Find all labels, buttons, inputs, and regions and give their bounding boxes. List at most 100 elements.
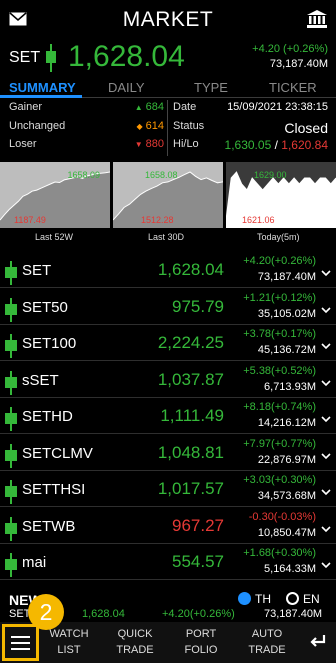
menu-button[interactable] xyxy=(2,624,39,661)
status-label: Status xyxy=(173,120,205,132)
gainer-count: 684 xyxy=(145,101,164,113)
index-row[interactable]: SET50 975.79 +1.21(+0.12%) 35,105.02M xyxy=(0,289,336,325)
index-row-volume: 22,876.97M xyxy=(257,453,316,466)
nav-list-label: LIST xyxy=(57,644,81,656)
checked-radio-icon xyxy=(238,592,251,605)
chevron-down-icon[interactable] xyxy=(321,447,331,465)
chevron-down-icon[interactable] xyxy=(321,483,331,501)
date-label: Date xyxy=(173,101,197,113)
chart-30d[interactable]: 1658.08 1512.28 xyxy=(113,162,223,228)
index-row-volume: 34,573.68M xyxy=(257,490,316,502)
nav-auto-trade[interactable]: AUTO TRADE xyxy=(242,626,292,658)
hilo-value: 1,630.05 / 1,620.84 xyxy=(225,138,328,152)
chart-today-high: 1629.00 xyxy=(254,170,287,180)
nav-trade-label: TRADE xyxy=(116,644,154,656)
index-row[interactable]: sSET 1,037.87 +5.38(+0.52%) 6,713.93M xyxy=(0,362,336,398)
chart-52w[interactable]: 1658.09 1187.49 xyxy=(0,162,110,228)
menu-icon-bar xyxy=(11,648,30,650)
candlestick-icon xyxy=(4,407,18,436)
gainer-label: Gainer xyxy=(9,101,43,113)
tab-daily[interactable]: DAILY xyxy=(108,80,145,95)
chart-30d-low: 1512.28 xyxy=(141,215,174,225)
candlestick-icon xyxy=(4,297,18,327)
menu-icon-bar xyxy=(11,642,30,644)
index-row-price: 1,628.04 xyxy=(157,260,224,279)
back-icon[interactable] xyxy=(309,633,327,654)
chart-52w-high: 1658.09 xyxy=(67,170,100,180)
index-row-change: +3.78(+0.17%) xyxy=(243,328,316,340)
chart-today-low: 1621.06 xyxy=(242,215,275,225)
index-price: 1,628.04 xyxy=(68,40,185,73)
nav-folio-label: FOLIO xyxy=(184,644,218,656)
ticker-volume: 73,187.40M xyxy=(264,608,323,620)
arrow-up-icon: ▲ xyxy=(134,103,143,112)
tab-type[interactable]: TYPE xyxy=(194,80,228,95)
tab-ticker[interactable]: TICKER xyxy=(269,80,317,95)
chart-30d-high: 1658.08 xyxy=(145,170,178,180)
loser-label: Loser xyxy=(9,138,37,150)
index-row[interactable]: SETTHSI 1,017.57 +3.03(+0.30%) 34,573.68M xyxy=(0,471,336,507)
mini-charts: 1658.09 1187.49 1658.08 1512.28 1629.00 … xyxy=(0,162,336,228)
gainer-value: ▲ 684 xyxy=(135,101,164,113)
chevron-down-icon[interactable] xyxy=(321,556,331,574)
market-stats: Gainer ▲ 684 Date 15/09/2021 23:38:15 Unc… xyxy=(0,100,336,156)
chevron-down-icon[interactable] xyxy=(321,301,331,319)
nav-portfolio[interactable]: PORT FOLIO xyxy=(178,626,224,658)
candlestick-icon xyxy=(4,443,18,473)
index-name: SETTHSI xyxy=(22,481,86,498)
index-row-volume: 45,136.72M xyxy=(257,344,316,356)
tab-summary[interactable]: SUMMARY xyxy=(9,80,76,95)
index-row-volume: 6,713.93M xyxy=(264,380,316,393)
index-row[interactable]: SETCLMV 1,048.81 +7.97(+0.77%) 22,876.97M xyxy=(0,435,336,471)
index-name: SET50 xyxy=(22,298,68,316)
status-value: Closed xyxy=(284,120,328,136)
unchecked-radio-icon xyxy=(286,592,299,605)
index-row-volume: 35,105.02M xyxy=(257,307,316,320)
index-row-price: 1,111.49 xyxy=(160,406,224,425)
index-row-price: 975.79 xyxy=(172,296,224,316)
index-row[interactable]: SETWB 967.27 -0.30(-0.03%) 10,850.47M xyxy=(0,508,336,544)
lo-value: 1,620.84 xyxy=(281,138,328,152)
chevron-down-icon[interactable] xyxy=(321,374,331,392)
chart-today[interactable]: 1629.00 1621.06 xyxy=(226,162,336,228)
chart-label-30d: Last 30D xyxy=(148,232,185,242)
lang-th-label: TH xyxy=(255,592,271,606)
index-row[interactable]: SET 1,628.04 +4.20(+0.26%) 73,187.40M xyxy=(0,252,336,288)
chevron-down-icon[interactable] xyxy=(321,337,331,355)
index-row-change: +1.21(+0.12%) xyxy=(243,291,316,304)
index-row-change: +1.68(+0.30%) xyxy=(243,547,316,559)
bank-icon[interactable] xyxy=(307,10,327,33)
step-badge: 2 xyxy=(28,594,64,630)
nav-quick-trade[interactable]: QUICK TRADE xyxy=(110,626,160,658)
index-row[interactable]: SETHD 1,111.49 +8.18(+0.74%) 14,216.12M xyxy=(0,398,336,434)
index-row-change: +3.03(+0.30%) xyxy=(243,474,316,486)
index-row-change: -0.30(-0.03%) xyxy=(248,510,316,523)
unchanged-value: ◆ 614 xyxy=(136,120,164,132)
index-volume: 73,187.40M xyxy=(269,58,328,70)
index-row-change: +4.20(+0.26%) xyxy=(243,255,316,267)
page-title: MARKET xyxy=(122,8,214,31)
index-name: sSET xyxy=(22,371,59,389)
nav-watchlist[interactable]: WATCH LIST xyxy=(46,626,92,658)
index-row-price: 1,048.81 xyxy=(157,442,224,462)
chevron-down-icon[interactable] xyxy=(321,410,331,428)
chevron-down-icon[interactable] xyxy=(321,264,331,282)
index-change: +4.20 (+0.26%) xyxy=(252,43,328,55)
index-name: SETHD xyxy=(22,408,73,425)
unchanged-count: 614 xyxy=(145,120,164,132)
index-name: SETWB xyxy=(22,517,76,535)
lang-en-radio[interactable]: EN xyxy=(286,592,320,606)
index-row-volume: 10,850.47M xyxy=(257,526,316,539)
nav-port-label: PORT xyxy=(185,628,217,640)
top-bar: MARKET xyxy=(0,0,336,40)
index-row[interactable]: SET100 2,224.25 +3.78(+0.17%) 45,136.72M xyxy=(0,325,336,361)
index-row-price: 2,224.25 xyxy=(157,333,224,352)
chevron-down-icon[interactable] xyxy=(321,520,331,538)
chart-52w-low: 1187.49 xyxy=(14,215,46,225)
index-row[interactable]: mai 554.57 +1.68(+0.30%) 5,164.33M xyxy=(0,544,336,580)
nav-quick-label: QUICK xyxy=(117,628,153,640)
candlestick-icon xyxy=(4,480,18,509)
lang-th-radio[interactable]: TH xyxy=(238,592,271,606)
hi-value: 1,630.05 xyxy=(224,138,272,152)
nav-auto-label: AUTO xyxy=(251,628,283,640)
